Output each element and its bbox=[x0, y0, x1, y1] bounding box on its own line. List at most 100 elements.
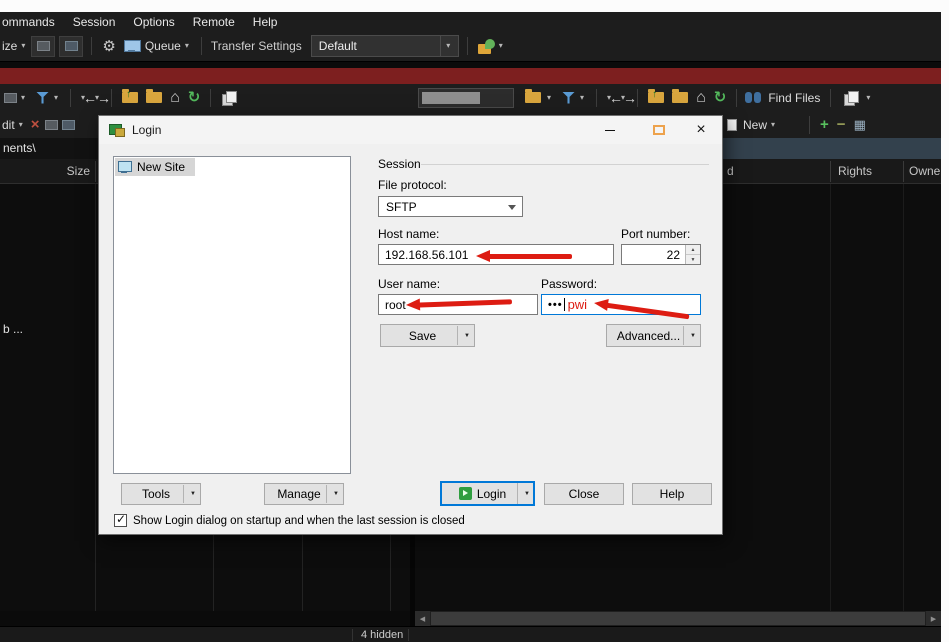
chevron-down-icon[interactable]: ▾ bbox=[439, 36, 458, 56]
column-header-changed[interactable]: d bbox=[727, 164, 734, 178]
chevron-down-icon: ▾ bbox=[21, 92, 26, 102]
minimize-button[interactable] bbox=[593, 116, 627, 144]
find-files-button[interactable]: Find Files bbox=[745, 91, 822, 105]
maximize-button[interactable] bbox=[642, 116, 676, 144]
spinner-down-icon[interactable]: ▼ bbox=[686, 255, 700, 264]
scroll-left-button[interactable]: ◀ bbox=[415, 611, 430, 626]
delete-icon[interactable]: × bbox=[31, 117, 40, 132]
remote-root-directory-icon[interactable] bbox=[672, 89, 689, 103]
manage-button[interactable]: Manage ▼ bbox=[264, 483, 344, 505]
port-number-input[interactable]: 22 ▲ ▼ bbox=[621, 244, 701, 265]
password-label: Password: bbox=[541, 277, 598, 291]
properties-icon[interactable] bbox=[45, 119, 59, 130]
parent-directory-icon[interactable] bbox=[122, 89, 139, 103]
remove-icon[interactable]: − bbox=[837, 117, 846, 132]
transfer-settings-select[interactable]: Default ▾ bbox=[310, 35, 459, 57]
desktop-top-strip bbox=[0, 0, 949, 12]
remote-home-directory-icon[interactable]: ⌂ bbox=[696, 89, 706, 106]
status-separator bbox=[352, 629, 353, 641]
save-button[interactable]: Save ▼ bbox=[380, 324, 475, 347]
horizontal-scrollbar[interactable]: ◀ ▶ bbox=[415, 611, 941, 626]
select-grid-icon[interactable]: ▦ bbox=[854, 118, 866, 131]
bookmark-icon bbox=[4, 92, 17, 103]
column-separator[interactable] bbox=[903, 161, 904, 182]
chevron-down-icon[interactable]: ▼ bbox=[690, 333, 696, 339]
login-button[interactable]: Login ▼ bbox=[440, 481, 535, 506]
chevron-down-icon[interactable]: ▼ bbox=[524, 491, 530, 497]
queue-button[interactable]: Queue ▾ bbox=[122, 39, 193, 53]
scrollbar-thumb[interactable] bbox=[431, 612, 925, 625]
winscp-logo-icon bbox=[109, 122, 125, 137]
menu-commands[interactable]: ommands bbox=[0, 15, 64, 29]
console-button[interactable] bbox=[31, 35, 56, 57]
tools-button[interactable]: Tools ▼ bbox=[121, 483, 201, 505]
dialog-close-button[interactable]: × bbox=[681, 116, 721, 144]
column-separator[interactable] bbox=[95, 161, 96, 182]
new-file-icon[interactable] bbox=[62, 119, 76, 130]
column-separator[interactable] bbox=[830, 161, 831, 182]
remote-refresh-icon[interactable]: ↻ bbox=[714, 90, 727, 105]
add-icon[interactable]: + bbox=[820, 117, 829, 132]
menu-help[interactable]: Help bbox=[244, 15, 287, 29]
root-directory-icon[interactable] bbox=[146, 89, 163, 103]
new-site-item[interactable]: New Site bbox=[115, 158, 196, 176]
grid-line bbox=[830, 184, 831, 611]
filter-icon bbox=[36, 91, 50, 104]
refresh-icon[interactable]: ↻ bbox=[188, 90, 201, 105]
new-button[interactable]: New bbox=[743, 118, 767, 132]
remote-parent-directory-icon[interactable] bbox=[648, 89, 665, 103]
transfer-preset-button[interactable]: ▾ bbox=[476, 38, 507, 54]
home-directory-icon[interactable]: ⌂ bbox=[170, 89, 180, 106]
port-number-value: 22 bbox=[666, 247, 680, 262]
minimize-icon bbox=[605, 129, 615, 131]
column-header-rights[interactable]: Rights bbox=[838, 164, 872, 178]
local-open-dir-button[interactable]: ▾ bbox=[2, 92, 29, 103]
menu-remote[interactable]: Remote bbox=[184, 15, 244, 29]
column-header-size[interactable]: Size bbox=[56, 164, 90, 178]
remote-session-select[interactable] bbox=[418, 87, 514, 108]
port-spinner[interactable]: ▲ ▼ bbox=[685, 245, 700, 264]
sync-browsing-button[interactable] bbox=[59, 35, 84, 57]
help-button[interactable]: Help bbox=[632, 483, 712, 505]
column-header-owner[interactable]: Owner bbox=[909, 164, 944, 178]
local-filter-button[interactable]: ▾ bbox=[33, 91, 62, 104]
copy-icon[interactable] bbox=[222, 90, 238, 106]
chevron-down-icon[interactable]: ▾ bbox=[771, 120, 775, 129]
scroll-right-button[interactable]: ▶ bbox=[926, 611, 941, 626]
menu-options[interactable]: Options bbox=[124, 15, 183, 29]
back-arrow-icon: ← bbox=[609, 90, 624, 106]
toolbar-separator bbox=[210, 88, 212, 107]
chevron-down-icon[interactable]: ▼ bbox=[464, 333, 470, 339]
show-login-checkbox-row[interactable]: ✓ Show Login dialog on startup and when … bbox=[114, 512, 465, 527]
local-back-button[interactable]: ← ▾ bbox=[79, 91, 97, 105]
file-commands-right: New ▾ + − ▦ bbox=[727, 111, 870, 138]
session-group-label: Session bbox=[378, 157, 421, 171]
chevron-down-icon[interactable]: ▾ bbox=[19, 120, 23, 129]
toolbar-separator bbox=[809, 115, 811, 134]
back-arrow-icon: ← bbox=[83, 90, 98, 106]
remote-filter-button[interactable]: ▾ bbox=[559, 91, 588, 104]
toolbar-separator bbox=[111, 88, 113, 107]
chevron-down-icon[interactable]: ▼ bbox=[190, 491, 196, 497]
synchronize-button[interactable]: ize bbox=[2, 39, 17, 53]
remote-back-button[interactable]: ← ▾ bbox=[605, 91, 623, 105]
menu-bar: ommands Session Options Remote Help bbox=[0, 12, 941, 31]
chevron-down-icon: ▾ bbox=[580, 92, 585, 102]
file-protocol-select[interactable]: SFTP bbox=[378, 196, 523, 217]
dialog-titlebar[interactable]: Login × bbox=[99, 116, 722, 144]
chevron-down-icon[interactable]: ▾ bbox=[21, 42, 25, 50]
close-button[interactable]: Close bbox=[544, 483, 624, 505]
main-toolbar: ize ▾ ⚙ Queue ▾ Transfer Settings Defaul… bbox=[0, 31, 941, 62]
remote-copy-button[interactable]: ▾ bbox=[839, 90, 874, 106]
show-login-checkbox[interactable]: ✓ bbox=[114, 512, 127, 527]
gear-icon[interactable]: ⚙ bbox=[102, 39, 115, 54]
local-path[interactable]: nents\ bbox=[3, 141, 36, 155]
remote-open-dir-button[interactable]: ▾ bbox=[521, 89, 555, 103]
spinner-up-icon[interactable]: ▲ bbox=[686, 245, 700, 255]
local-file-item[interactable]: b ... bbox=[3, 322, 23, 336]
edit-button[interactable]: dit bbox=[2, 118, 15, 132]
advanced-button[interactable]: Advanced... ▼ bbox=[606, 324, 701, 347]
site-list[interactable]: New Site bbox=[113, 156, 351, 474]
chevron-down-icon[interactable]: ▼ bbox=[333, 491, 339, 497]
menu-session[interactable]: Session bbox=[64, 15, 125, 29]
